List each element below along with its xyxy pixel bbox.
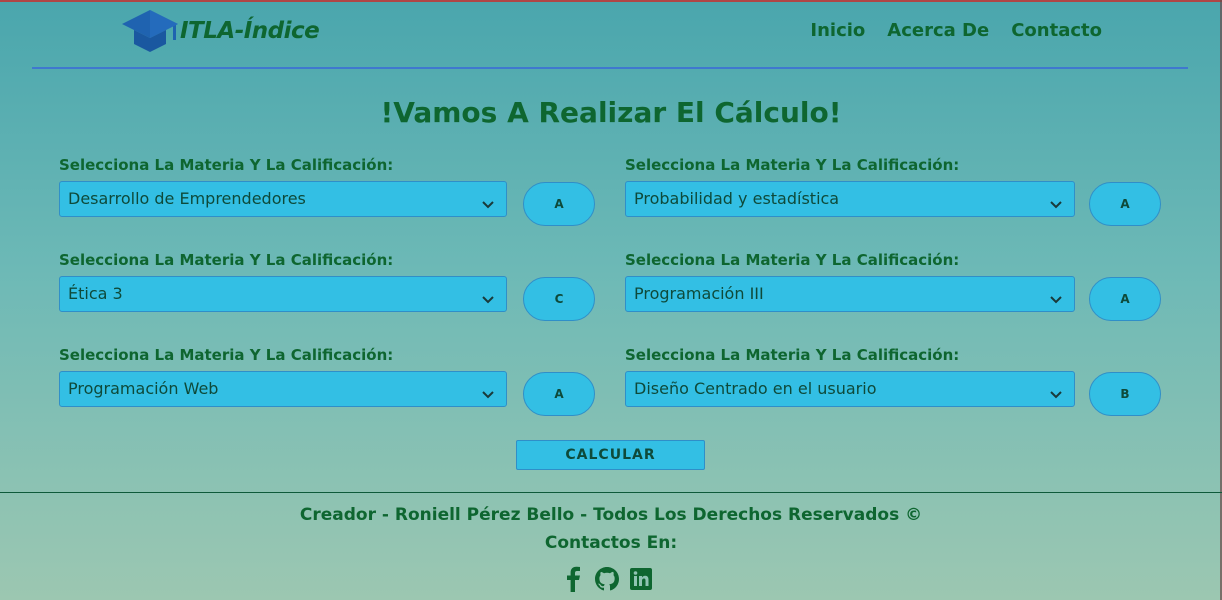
subject-field-5: Selecciona La Materia Y La Calificación:… <box>59 346 599 416</box>
chevron-down-icon <box>482 289 494 308</box>
chevron-down-icon <box>1050 194 1062 213</box>
subject-select-6[interactable]: Diseño Centrado en el usuario <box>625 371 1075 407</box>
field-label: Selecciona La Materia Y La Calificación: <box>59 156 394 174</box>
subject-field-1: Selecciona La Materia Y La Calificación:… <box>59 156 599 226</box>
site-logo[interactable]: ITLA-Índice <box>120 8 320 54</box>
chevron-down-icon <box>482 194 494 213</box>
linkedin-icon[interactable] <box>630 568 652 594</box>
chevron-down-icon <box>1050 289 1062 308</box>
github-icon[interactable] <box>595 567 619 595</box>
main-nav: Inicio Acerca De Contacto <box>810 20 1102 41</box>
subject-select-1[interactable]: Desarrollo de Emprendedores <box>59 181 507 217</box>
subject-select-3[interactable]: Ética 3 <box>59 276 507 312</box>
grade-input-6[interactable]: B <box>1089 372 1161 416</box>
grade-input-4[interactable]: A <box>1089 277 1161 321</box>
subject-field-3: Selecciona La Materia Y La Calificación:… <box>59 251 599 321</box>
footer-contacts-label: Contactos En: <box>544 533 678 553</box>
field-label: Selecciona La Materia Y La Calificación: <box>59 251 394 269</box>
subject-field-2: Selecciona La Materia Y La Calificación:… <box>625 156 1165 226</box>
top-border <box>0 0 1222 2</box>
subject-field-4: Selecciona La Materia Y La Calificación:… <box>625 251 1165 321</box>
subject-select-value: Programación Web <box>68 379 219 398</box>
subject-select-4[interactable]: Programación III <box>625 276 1075 312</box>
subject-select-value: Programación III <box>634 284 764 303</box>
subject-select-value: Probabilidad y estadística <box>634 189 840 208</box>
subject-select-value: Ética 3 <box>68 284 123 303</box>
nav-contacto[interactable]: Contacto <box>1011 20 1102 41</box>
nav-acerca-de[interactable]: Acerca De <box>887 20 989 41</box>
footer-divider <box>0 492 1222 493</box>
subject-select-value: Desarrollo de Emprendedores <box>68 189 306 208</box>
footer-credits: Creador - Roniell Pérez Bello - Todos Lo… <box>299 505 923 525</box>
subject-select-value: Diseño Centrado en el usuario <box>634 379 877 398</box>
field-label: Selecciona La Materia Y La Calificación: <box>59 346 394 364</box>
header-divider <box>32 67 1188 69</box>
field-label: Selecciona La Materia Y La Calificación: <box>625 156 960 174</box>
field-label: Selecciona La Materia Y La Calificación: <box>625 251 960 269</box>
chevron-down-icon <box>482 384 494 403</box>
grade-input-5[interactable]: A <box>523 372 595 416</box>
logo-text: ITLA-Índice <box>180 18 320 44</box>
grade-input-2[interactable]: A <box>1089 182 1161 226</box>
subject-field-6: Selecciona La Materia Y La Calificación:… <box>625 346 1165 416</box>
facebook-icon[interactable] <box>562 566 584 596</box>
subject-select-5[interactable]: Programación Web <box>59 371 507 407</box>
chevron-down-icon <box>1050 384 1062 403</box>
nav-inicio[interactable]: Inicio <box>810 20 865 41</box>
page-title: !Vamos A Realizar El Cálculo! <box>380 96 842 129</box>
field-label: Selecciona La Materia Y La Calificación: <box>625 346 960 364</box>
graduation-cap-icon <box>120 8 182 54</box>
social-links <box>562 566 652 596</box>
calculate-button[interactable]: CALCULAR <box>516 440 705 470</box>
grade-input-3[interactable]: C <box>523 277 595 321</box>
grade-input-1[interactable]: A <box>523 182 595 226</box>
subject-select-2[interactable]: Probabilidad y estadística <box>625 181 1075 217</box>
